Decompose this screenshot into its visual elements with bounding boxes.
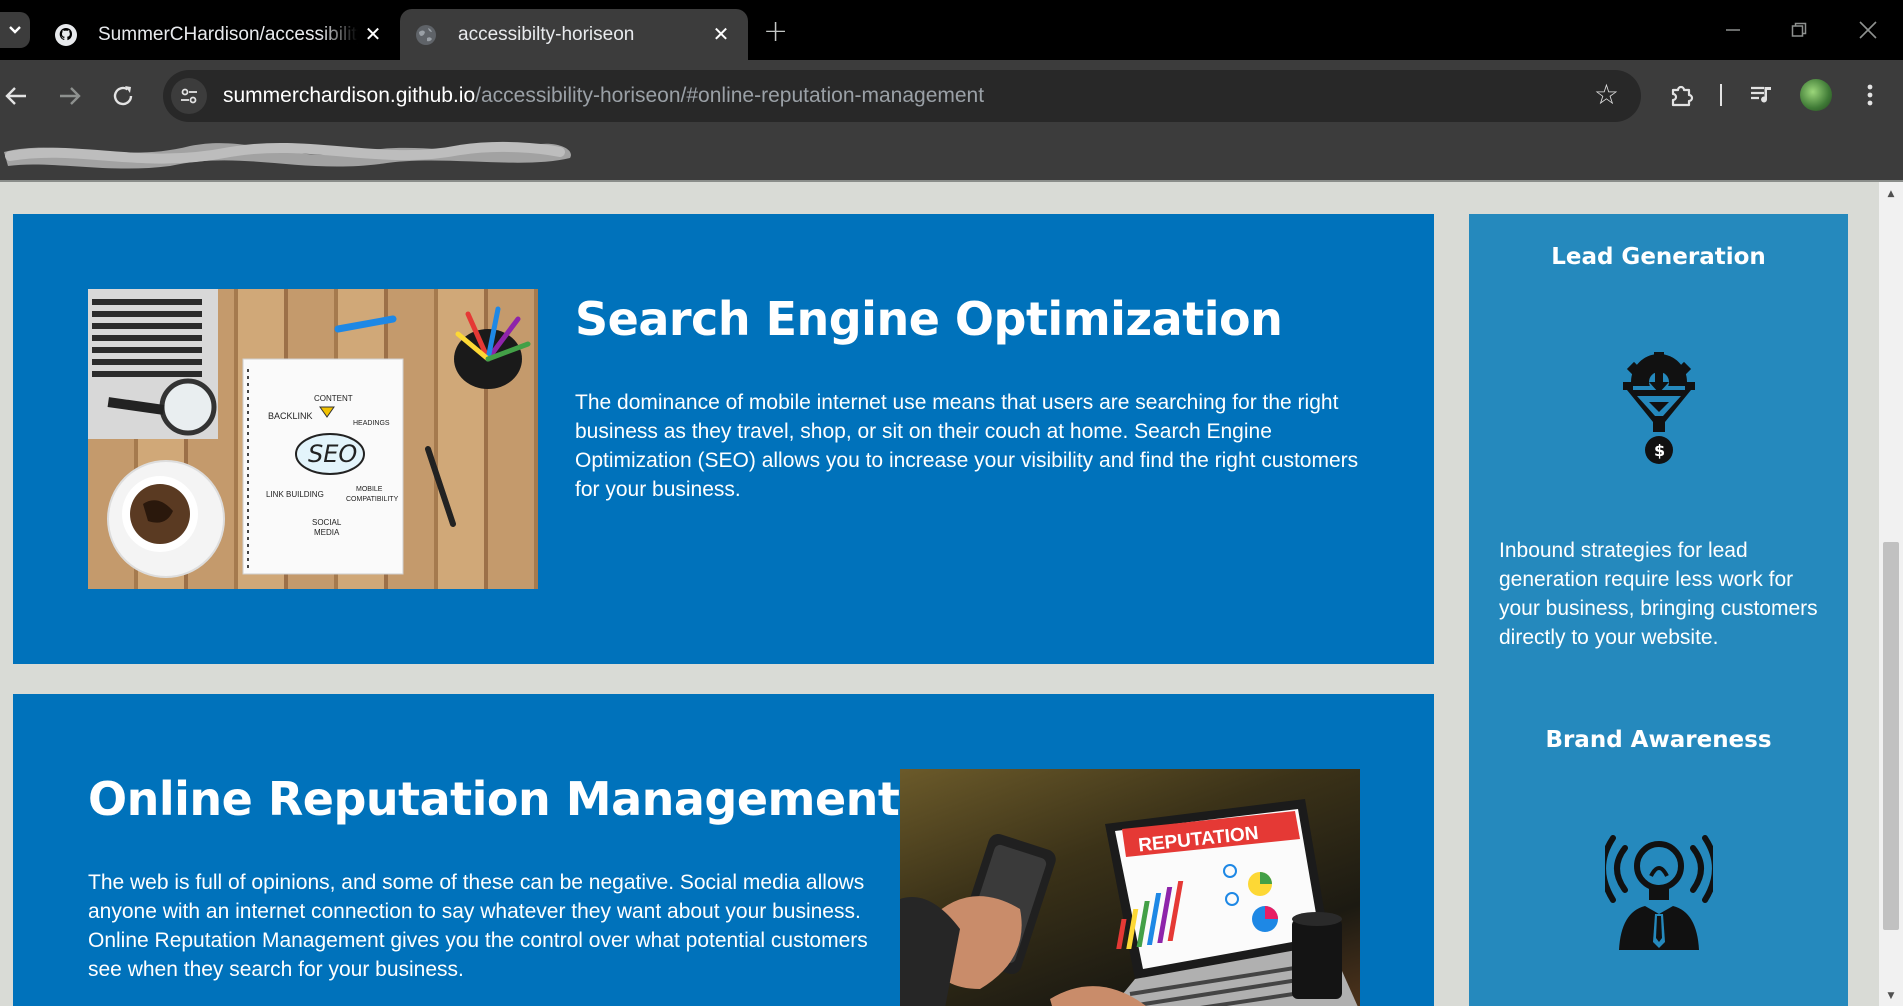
tab-accessibility-horiseon[interactable]: accessibilty-horiseon ✕ (400, 9, 748, 60)
forward-button[interactable] (50, 76, 90, 116)
tab-search-button[interactable] (0, 12, 30, 48)
lead-generation-icon: $ (1623, 352, 1695, 464)
restore-icon (1791, 22, 1807, 37)
orm-illustration: REPUTATION (900, 799, 1358, 1006)
close-window-button[interactable] (1840, 10, 1896, 50)
lead-generation-heading: Lead Generation (1551, 244, 1766, 270)
seo-section: CONTENT BACKLINK HEADINGS SEO LINK BUILD… (13, 214, 1434, 664)
url-host: summerchardison.github.io (223, 84, 476, 107)
close-tab-icon[interactable]: ✕ (706, 20, 736, 50)
queue-music-icon (1751, 86, 1771, 103)
restore-button[interactable] (1771, 10, 1827, 50)
globe-icon (414, 23, 438, 47)
address-bar[interactable]: summerchardison.github.io/accessibility-… (163, 70, 1641, 122)
seo-word-social: SOCIAL (312, 518, 342, 527)
lead-generation-text: Inbound strategies for lead generation r… (1499, 539, 1818, 649)
brand-awareness-heading: Brand Awareness (1545, 727, 1772, 753)
online-reputation-management-section: Online Reputation Management The web is … (13, 694, 1434, 1006)
seo-word-link-building: LINK BUILDING (266, 490, 324, 499)
tab-title: accessibilty-horiseon (458, 23, 635, 45)
seo-image: CONTENT BACKLINK HEADINGS SEO LINK BUILD… (88, 289, 538, 589)
tab-github[interactable]: SummerCHardison/accessibility ✕ (40, 9, 400, 60)
orm-heading: Online Reputation Management (88, 772, 900, 826)
seo-word-mobile: MOBILE (356, 486, 383, 493)
extensions-button[interactable] (1662, 75, 1702, 115)
seo-illustration: CONTENT BACKLINK HEADINGS SEO LINK BUILD… (88, 289, 531, 578)
close-tab-icon[interactable]: ✕ (358, 20, 388, 50)
brand-awareness-icon (1605, 835, 1713, 950)
toolbar-separator (1720, 84, 1722, 106)
page-scrollbar[interactable]: ▲ ▼ (1879, 182, 1903, 1006)
browser-menu-button[interactable] (1850, 75, 1890, 115)
media-control-button[interactable] (1741, 75, 1781, 115)
orm-image: REPUTATION (900, 769, 1360, 1006)
redacted-bookmarks-scribble (4, 141, 571, 169)
seo-word-content: CONTENT (314, 394, 353, 403)
url-path: /accessibility-horiseon/#online-reputati… (475, 84, 985, 107)
tab-title: SummerCHardison/accessibility (98, 23, 358, 45)
scroll-up-arrow[interactable]: ▲ (1879, 184, 1903, 204)
puzzle-icon (1671, 85, 1694, 107)
page-viewport: CONTENT BACKLINK HEADINGS SEO LINK BUILD… (0, 182, 1879, 1006)
seo-text: The dominance of mobile internet use mea… (575, 391, 1359, 501)
scroll-down-arrow[interactable]: ▼ (1879, 986, 1903, 1006)
arrow-left-icon (5, 87, 26, 105)
close-icon (1859, 21, 1877, 39)
tab-strip: SummerCHardison/accessibility ✕ accessib… (0, 0, 1903, 60)
seo-word-media: MEDIA (314, 528, 340, 537)
tune-icon (181, 88, 197, 104)
seo-word-backlink: BACKLINK (268, 411, 313, 421)
minimize-icon (1726, 29, 1740, 31)
site-info-button[interactable] (171, 78, 207, 114)
seo-heading: Search Engine Optimization (575, 292, 1283, 346)
profile-avatar[interactable] (1800, 79, 1832, 111)
seo-word-seo: SEO (308, 440, 357, 468)
benefits-sidebar: Lead Generation $ Inbound strategies for… (1469, 214, 1848, 1006)
arrow-right-icon (60, 87, 81, 105)
new-tab-button[interactable]: + (763, 14, 788, 49)
back-button[interactable] (0, 76, 36, 116)
chevron-down-icon (9, 26, 21, 34)
svg-text:$: $ (1654, 441, 1665, 460)
reload-button[interactable] (103, 76, 143, 116)
minimize-button[interactable] (1705, 10, 1761, 50)
more-vertical-icon (1867, 84, 1873, 106)
orm-text: The web is full of opinions, and some of… (88, 871, 868, 981)
seo-word-headings: HEADINGS (353, 420, 390, 427)
url-text[interactable]: summerchardison.github.io/accessibility-… (223, 84, 984, 108)
reload-icon (113, 86, 133, 106)
seo-word-compatibility: COMPATIBILITY (346, 496, 399, 503)
bookmark-star-icon[interactable]: ☆ (1594, 78, 1619, 111)
github-icon (54, 23, 78, 47)
scrollbar-thumb[interactable] (1883, 542, 1899, 930)
